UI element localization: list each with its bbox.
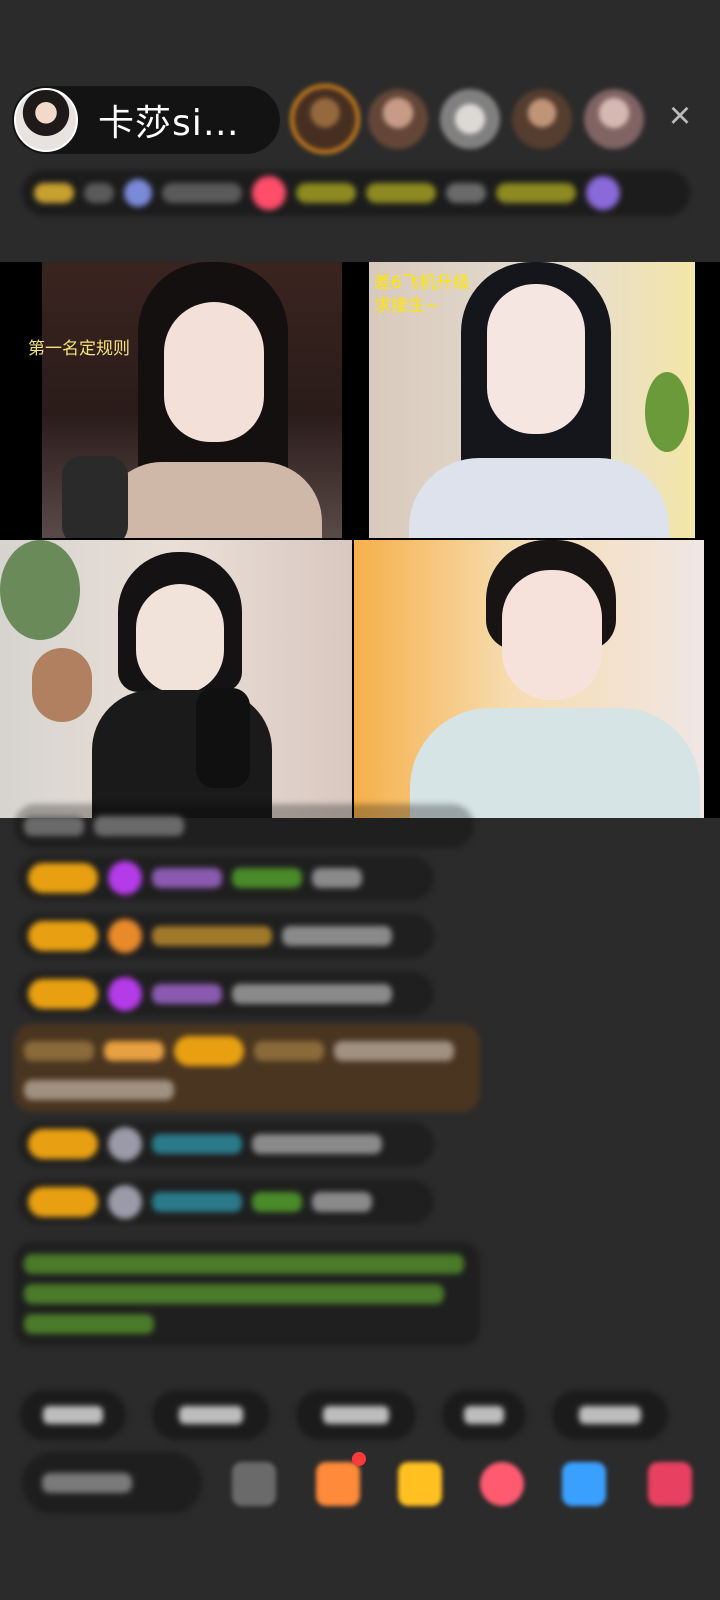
fan-level-badge bbox=[28, 863, 98, 893]
game-controller-icon[interactable] bbox=[562, 1462, 606, 1506]
multi-guest-video-grid: 第一名定规则 差6飞机升级 求接生~ bbox=[0, 262, 720, 818]
fan-level-badge bbox=[28, 921, 98, 951]
quick-reply-chip[interactable] bbox=[442, 1390, 526, 1440]
gem-icon bbox=[108, 861, 142, 895]
video-tile-4[interactable] bbox=[354, 540, 704, 818]
fan-level-badge bbox=[174, 1036, 244, 1066]
chat-message[interactable] bbox=[18, 1180, 434, 1224]
rank-ticker-bar[interactable] bbox=[22, 170, 690, 216]
close-icon[interactable]: × bbox=[664, 97, 696, 135]
red-envelope-icon[interactable] bbox=[398, 1462, 442, 1506]
ticker-segment bbox=[296, 183, 356, 203]
notification-dot bbox=[352, 1452, 366, 1466]
viewer-avatar-4[interactable] bbox=[512, 89, 572, 149]
stream-caption-2: 差6飞机升级 求接生~ bbox=[374, 273, 470, 316]
ticker-segment bbox=[586, 176, 620, 210]
quick-reply-chip[interactable] bbox=[296, 1390, 416, 1440]
shield-icon bbox=[108, 919, 142, 953]
ticker-segment bbox=[84, 183, 114, 203]
chat-message[interactable] bbox=[18, 914, 434, 958]
ticker-segment bbox=[252, 176, 286, 210]
more-gifts-icon[interactable] bbox=[648, 1462, 692, 1506]
viewer-avatar-5[interactable] bbox=[584, 89, 644, 149]
streamer-body bbox=[409, 458, 669, 538]
streamer-face bbox=[136, 584, 224, 694]
streamer-face bbox=[487, 284, 585, 434]
video-tile-1[interactable] bbox=[42, 262, 342, 538]
user-avatar-icon bbox=[108, 1185, 142, 1219]
plant-decoration bbox=[0, 540, 80, 640]
ticker-segment bbox=[366, 183, 436, 203]
chat-input-field[interactable] bbox=[22, 1452, 202, 1514]
viewer-avatar-1[interactable] bbox=[290, 84, 360, 154]
user-avatar-icon bbox=[108, 1127, 142, 1161]
chat-message[interactable] bbox=[18, 1122, 434, 1166]
chat-message-highlighted[interactable] bbox=[14, 1024, 480, 1112]
host-info-pill[interactable]: 卡莎si… bbox=[12, 86, 280, 154]
video-tile-3[interactable] bbox=[0, 540, 352, 818]
microphone-icon bbox=[62, 456, 128, 538]
system-notice-message bbox=[14, 1242, 480, 1346]
viewer-avatar-3[interactable] bbox=[440, 89, 500, 149]
fan-level-badge bbox=[28, 979, 98, 1009]
quick-reply-chip[interactable] bbox=[20, 1390, 126, 1440]
teddy-bear-decoration bbox=[32, 648, 92, 722]
host-avatar-icon[interactable] bbox=[14, 88, 78, 152]
ticker-segment bbox=[496, 183, 576, 203]
streamer-face bbox=[502, 570, 602, 700]
chat-message[interactable] bbox=[18, 972, 434, 1016]
streamer-body bbox=[102, 462, 322, 538]
ticker-segment bbox=[162, 183, 242, 203]
heart-gift-icon[interactable] bbox=[480, 1462, 524, 1506]
fan-level-badge bbox=[28, 1129, 98, 1159]
quick-reply-chip[interactable] bbox=[152, 1390, 270, 1440]
emoji-icon[interactable] bbox=[232, 1462, 276, 1506]
ticker-segment bbox=[446, 183, 486, 203]
streamer-body bbox=[410, 708, 700, 818]
ticker-segment bbox=[34, 183, 74, 203]
stream-caption-1: 第一名定规则 bbox=[28, 339, 130, 359]
gem-icon bbox=[108, 977, 142, 1011]
plant-decoration bbox=[645, 372, 689, 452]
fan-level-badge bbox=[28, 1187, 98, 1217]
gift-box-icon[interactable] bbox=[316, 1462, 360, 1506]
streamer-face bbox=[164, 302, 264, 442]
host-name: 卡莎si… bbox=[98, 103, 240, 144]
viewer-avatar-2[interactable] bbox=[368, 89, 428, 149]
ticker-segment bbox=[124, 179, 152, 207]
chat-message[interactable] bbox=[18, 856, 434, 900]
microphone-icon bbox=[196, 688, 250, 788]
top-viewers-list bbox=[290, 84, 656, 154]
quick-reply-bar bbox=[20, 1390, 694, 1440]
quick-reply-chip[interactable] bbox=[552, 1390, 668, 1440]
chat-message[interactable] bbox=[14, 804, 474, 848]
